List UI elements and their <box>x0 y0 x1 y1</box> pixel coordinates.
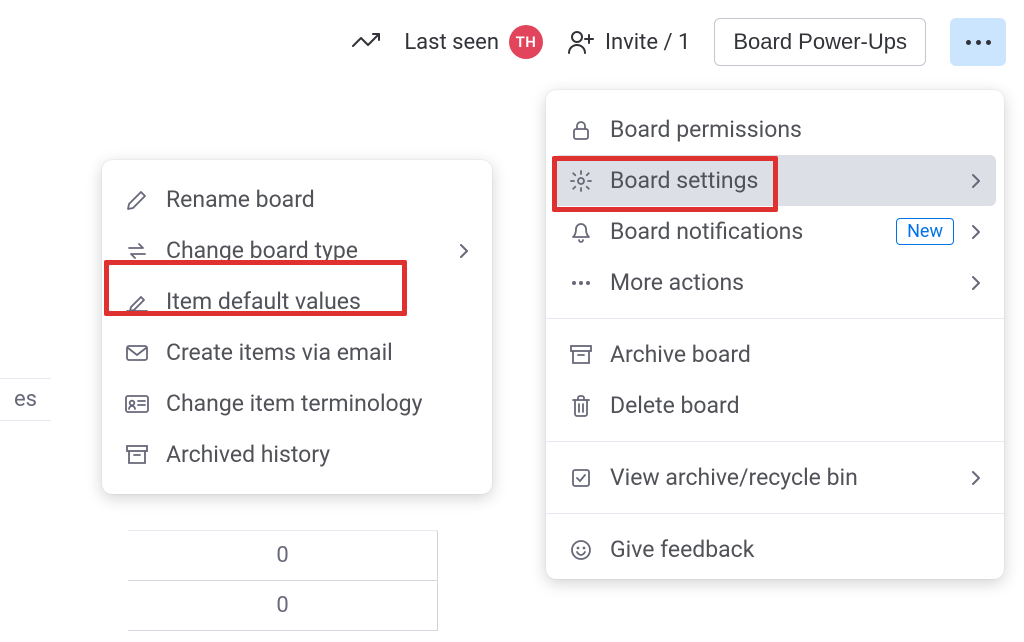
menu-item-archive-board[interactable]: Archive board <box>546 329 1004 380</box>
menu-item-label: More actions <box>610 269 954 296</box>
board-header-toolbar: Last seen TH Invite / 1 Board Power-Ups <box>352 18 1006 66</box>
more-horizontal-icon <box>568 270 594 296</box>
chevron-right-icon <box>458 242 470 260</box>
menu-item-label: Board notifications <box>610 218 876 245</box>
avatar: TH <box>509 25 543 59</box>
lock-icon <box>568 117 594 143</box>
table-cell: 0 <box>128 581 438 631</box>
menu-item-board-permissions[interactable]: Board permissions <box>546 104 1004 155</box>
person-add-icon <box>567 29 595 55</box>
menu-item-give-feedback[interactable]: Give feedback <box>546 524 1004 565</box>
menu-item-label: Item default values <box>166 288 470 315</box>
menu-item-label: Board permissions <box>610 116 982 143</box>
menu-divider <box>546 513 1004 514</box>
chevron-right-icon <box>970 223 982 241</box>
mail-icon <box>124 340 150 366</box>
menu-item-create-items-via-email[interactable]: Create items via email <box>102 327 492 378</box>
menu-item-delete-board[interactable]: Delete board <box>546 380 1004 431</box>
bell-icon <box>568 219 594 245</box>
menu-item-change-board-type[interactable]: Change board type <box>102 225 492 276</box>
menu-item-rename-board[interactable]: Rename board <box>102 174 492 225</box>
menu-item-label: Create items via email <box>166 339 470 366</box>
archive-icon <box>124 442 150 468</box>
menu-item-label: Rename board <box>166 186 470 213</box>
menu-divider <box>546 441 1004 442</box>
invite-button[interactable]: Invite / 1 <box>567 29 690 55</box>
menu-item-label: Give feedback <box>610 536 982 563</box>
menu-item-label: Archived history <box>166 441 470 468</box>
recycle-bin-icon <box>568 465 594 491</box>
menu-item-board-notifications[interactable]: Board notifications New <box>546 206 1004 257</box>
menu-divider <box>546 318 1004 319</box>
chevron-right-icon <box>970 274 982 292</box>
last-seen[interactable]: Last seen TH <box>404 25 543 59</box>
archive-icon <box>568 342 594 368</box>
menu-item-item-default-values[interactable]: Item default values <box>102 276 492 327</box>
board-more-menu-button[interactable] <box>950 18 1006 66</box>
more-horizontal-icon <box>966 40 991 45</box>
menu-item-change-terminology[interactable]: Change item terminology <box>102 378 492 429</box>
pencil-icon <box>124 187 150 213</box>
activity-icon[interactable] <box>352 32 380 52</box>
board-power-ups-button[interactable]: Board Power-Ups <box>714 18 926 66</box>
invite-label: Invite / 1 <box>605 30 690 55</box>
chevron-right-icon <box>970 172 982 190</box>
gear-icon <box>568 168 594 194</box>
chevron-right-icon <box>970 469 982 487</box>
menu-item-more-actions[interactable]: More actions <box>546 257 1004 308</box>
edit-line-icon <box>124 289 150 315</box>
menu-item-label: Change board type <box>166 237 442 264</box>
new-badge: New <box>896 218 954 245</box>
background-table-fragment: 0 0 <box>128 530 438 631</box>
trash-icon <box>568 393 594 419</box>
menu-item-archived-history[interactable]: Archived history <box>102 429 492 480</box>
menu-item-view-archive[interactable]: View archive/recycle bin <box>546 452 1004 503</box>
smile-icon <box>568 537 594 563</box>
menu-item-label: Change item terminology <box>166 390 470 417</box>
menu-item-label: Board settings <box>610 167 954 194</box>
menu-item-label: Delete board <box>610 392 982 419</box>
board-settings-submenu: Rename board Change board type Item defa… <box>102 160 492 494</box>
swap-icon <box>124 238 150 264</box>
menu-item-label: View archive/recycle bin <box>610 464 954 491</box>
menu-item-label: Archive board <box>610 341 982 368</box>
last-seen-label: Last seen <box>404 30 499 55</box>
menu-item-board-settings[interactable]: Board settings <box>554 155 996 206</box>
board-more-menu: Board permissions Board settings Board n… <box>546 90 1004 579</box>
id-card-icon <box>124 391 150 417</box>
table-cell: 0 <box>128 531 438 581</box>
background-column-label: es <box>0 378 51 421</box>
